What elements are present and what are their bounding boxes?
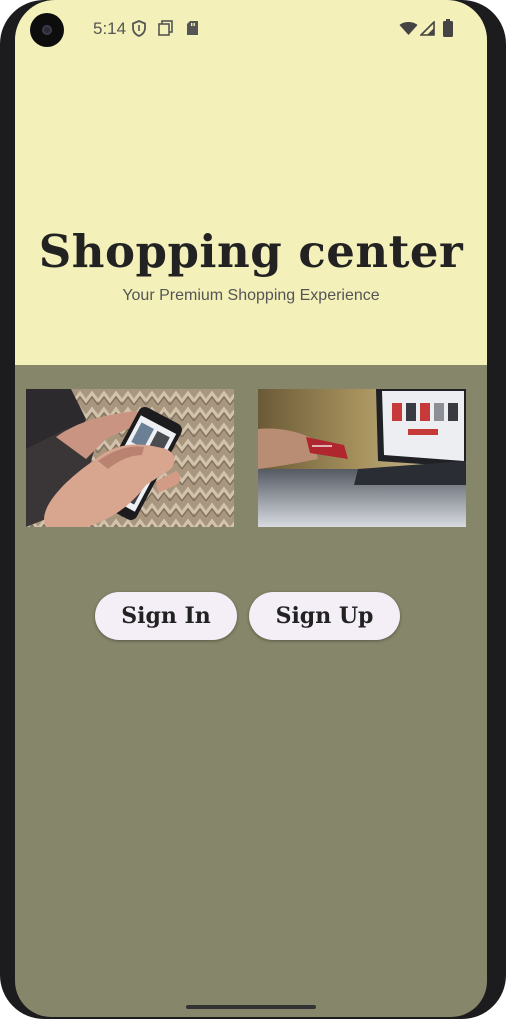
status-time: 5:14 xyxy=(93,19,127,38)
battery-icon xyxy=(443,19,453,42)
home-indicator[interactable] xyxy=(186,1005,316,1009)
page-title: Shopping center xyxy=(38,225,464,278)
page-subtitle: Your Premium Shopping Experience xyxy=(122,287,380,304)
wifi-icon xyxy=(399,21,418,41)
cell-signal-icon xyxy=(419,20,435,41)
device-frame: 5:14 Shopping center Your Premium Shoppi… xyxy=(0,0,506,1019)
sd-card-icon xyxy=(186,20,199,41)
screenshot-icon xyxy=(158,20,173,41)
vpn-shield-icon xyxy=(132,20,146,42)
status-bar: 5:14 xyxy=(15,0,487,60)
laptop-card-payment-image xyxy=(258,389,466,527)
phone-shopping-image xyxy=(26,389,234,527)
sign-up-button[interactable]: Sign Up xyxy=(249,592,400,640)
header-section: 5:14 Shopping center Your Premium Shoppi… xyxy=(15,0,487,365)
app-screen: 5:14 Shopping center Your Premium Shoppi… xyxy=(15,0,487,1017)
sign-in-button[interactable]: Sign In xyxy=(95,592,237,640)
front-camera xyxy=(30,13,64,47)
